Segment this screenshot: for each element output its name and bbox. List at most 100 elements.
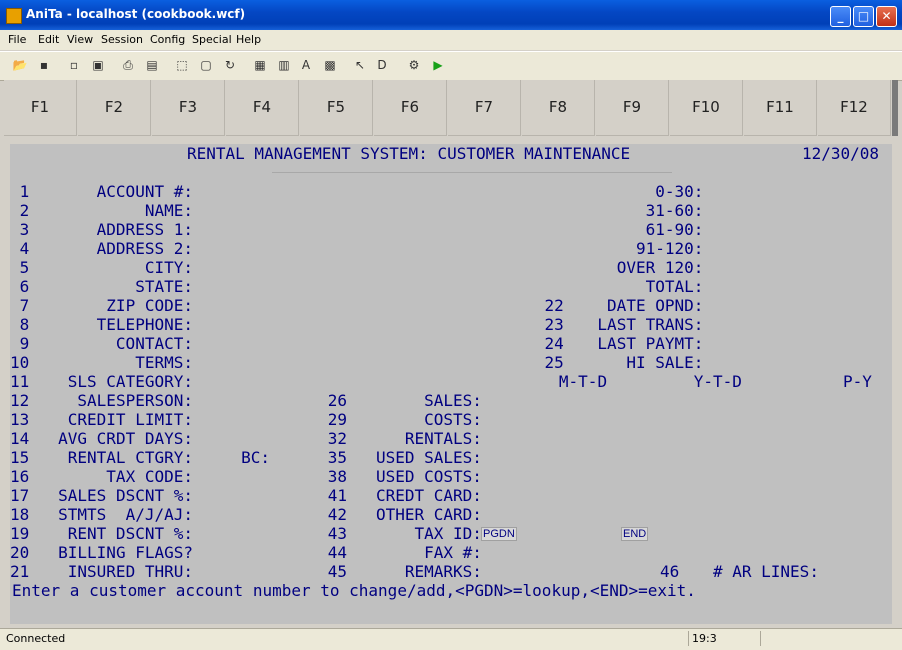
field-label: SLS CATEGORY:: [67, 372, 193, 391]
field-number: 6: [19, 277, 30, 296]
ar-lines-label: # AR LINES:: [712, 562, 819, 581]
field-label: CONTACT:: [115, 334, 193, 353]
field-number: 11: [10, 372, 30, 391]
field-label: TERMS:: [135, 353, 193, 372]
mid-field-number: 38: [327, 467, 348, 486]
bc-label: BC:: [241, 448, 271, 467]
field-number: 14: [10, 429, 30, 448]
mid-field-number: 41: [327, 486, 348, 505]
mid-field-label: SALES:: [424, 391, 482, 410]
menu-edit[interactable]: Edit: [38, 33, 59, 46]
field-number: 12: [10, 391, 30, 410]
end-button[interactable]: END: [621, 527, 649, 541]
menu-file[interactable]: File: [8, 33, 26, 46]
field-label: ADDRESS 2:: [96, 239, 193, 258]
help-cursor-icon[interactable]: ↖: [352, 58, 368, 73]
field-number: 5: [19, 258, 30, 277]
paste-icon[interactable]: ▣: [90, 58, 106, 73]
menu-special[interactable]: Special: [192, 33, 232, 46]
mid-field-number: 44: [327, 543, 348, 562]
font-icon[interactable]: A: [298, 58, 314, 73]
field-label: SALES DSCNT %:: [58, 486, 193, 505]
fkey-f6[interactable]: F6: [374, 80, 447, 136]
field-number: 8: [19, 315, 30, 334]
select-icon[interactable]: ⬚: [174, 58, 190, 73]
menu-view[interactable]: View: [67, 33, 93, 46]
refresh-icon[interactable]: ↻: [222, 58, 238, 73]
app-icon: [6, 8, 22, 24]
print-setup-icon[interactable]: ▤: [144, 58, 160, 73]
aging-field-label: 91-120:: [635, 239, 704, 258]
save-icon[interactable]: ▪: [36, 58, 52, 73]
maximize-button[interactable]: □: [853, 6, 874, 27]
mid-field-label: TAX ID:: [414, 524, 482, 543]
close-button[interactable]: ✕: [876, 6, 897, 27]
pgdn-button[interactable]: PGDN: [481, 527, 517, 541]
field-number: 3: [19, 220, 30, 239]
field-number: 10: [10, 353, 30, 372]
mid-field-label: COSTS:: [424, 410, 482, 429]
field-number: 18: [10, 505, 30, 524]
terminal-screen[interactable]: RENTAL MANAGEMENT SYSTEM: CUSTOMER MAINT…: [10, 144, 892, 624]
aging-field-label: HI SALE:: [626, 353, 704, 372]
field-label: RENT DSCNT %:: [67, 524, 193, 543]
fkey-f7[interactable]: F7: [448, 80, 521, 136]
mid-field-number: 29: [327, 410, 348, 429]
run-icon[interactable]: ▶: [430, 58, 446, 73]
screen-title: RENTAL MANAGEMENT SYSTEM: CUSTOMER MAINT…: [187, 144, 631, 163]
function-key-bar: F1 F2 F3 F4 F5 F6 F7 F8 F9 F10 F11 F12: [4, 80, 892, 137]
cursor-position: 19:3: [692, 632, 717, 645]
field-label: INSURED THRU:: [67, 562, 193, 581]
grid-icon[interactable]: ▩: [322, 58, 338, 73]
fkey-f11[interactable]: F11: [744, 80, 817, 136]
dos-icon[interactable]: D: [374, 58, 390, 73]
aging-field-number: 22: [544, 296, 564, 315]
fkey-f10[interactable]: F10: [670, 80, 743, 136]
mid-field-label: FAX #:: [424, 543, 482, 562]
field-label: NAME:: [144, 201, 193, 220]
field-label: STATE:: [135, 277, 193, 296]
minimize-button[interactable]: _: [830, 6, 851, 27]
field-number: 20: [10, 543, 30, 562]
field-number: 9: [19, 334, 30, 353]
field-label: CREDIT LIMIT:: [67, 410, 193, 429]
fkey-f8[interactable]: F8: [522, 80, 595, 136]
menu-bar: File Edit View Session Config Special Help: [0, 30, 902, 50]
open-icon[interactable]: 📂: [12, 58, 28, 73]
fkey-f9[interactable]: F9: [596, 80, 669, 136]
field-number: 7: [19, 296, 30, 315]
window-title: AniTa - localhost (cookbook.wcf): [26, 7, 246, 21]
fkey-f4[interactable]: F4: [226, 80, 299, 136]
field-label: ZIP CODE:: [106, 296, 193, 315]
fkey-f12[interactable]: F12: [818, 80, 891, 136]
fkey-f3[interactable]: F3: [152, 80, 225, 136]
mid-field-number: 32: [327, 429, 348, 448]
aging-field-label: 0-30:: [655, 182, 704, 201]
fkey-f1[interactable]: F1: [4, 80, 77, 136]
fkey-f2[interactable]: F2: [78, 80, 151, 136]
menu-help[interactable]: Help: [236, 33, 261, 46]
aging-field-label: LAST TRANS:: [597, 315, 704, 334]
settings-icon[interactable]: ⚙: [406, 58, 422, 73]
menu-session[interactable]: Session: [101, 33, 143, 46]
fkey-scrollbar[interactable]: [892, 80, 898, 136]
field-number: 21: [10, 562, 30, 581]
menu-config[interactable]: Config: [150, 33, 185, 46]
print-icon[interactable]: ⎙: [120, 58, 136, 73]
fkey-f5[interactable]: F5: [300, 80, 373, 136]
window-icon[interactable]: ▥: [276, 58, 292, 73]
field-number: 4: [19, 239, 30, 258]
screen-date: 12/30/08: [802, 144, 880, 163]
mid-field-number: 26: [327, 391, 348, 410]
copy-icon[interactable]: ▫: [66, 58, 82, 73]
text-icon[interactable]: ▢: [198, 58, 214, 73]
title-bar: AniTa - localhost (cookbook.wcf) _ □ ✕: [0, 0, 902, 30]
field-number: 15: [10, 448, 30, 467]
field-label: STMTS A/J/AJ:: [58, 505, 193, 524]
mid-field-label: OTHER CARD:: [375, 505, 482, 524]
mid-field-label: CREDT CARD:: [375, 486, 482, 505]
field-label: CITY:: [144, 258, 193, 277]
keyboard-icon[interactable]: ▦: [252, 58, 268, 73]
aging-field-label: TOTAL:: [645, 277, 704, 296]
mid-field-number: 43: [327, 524, 348, 543]
